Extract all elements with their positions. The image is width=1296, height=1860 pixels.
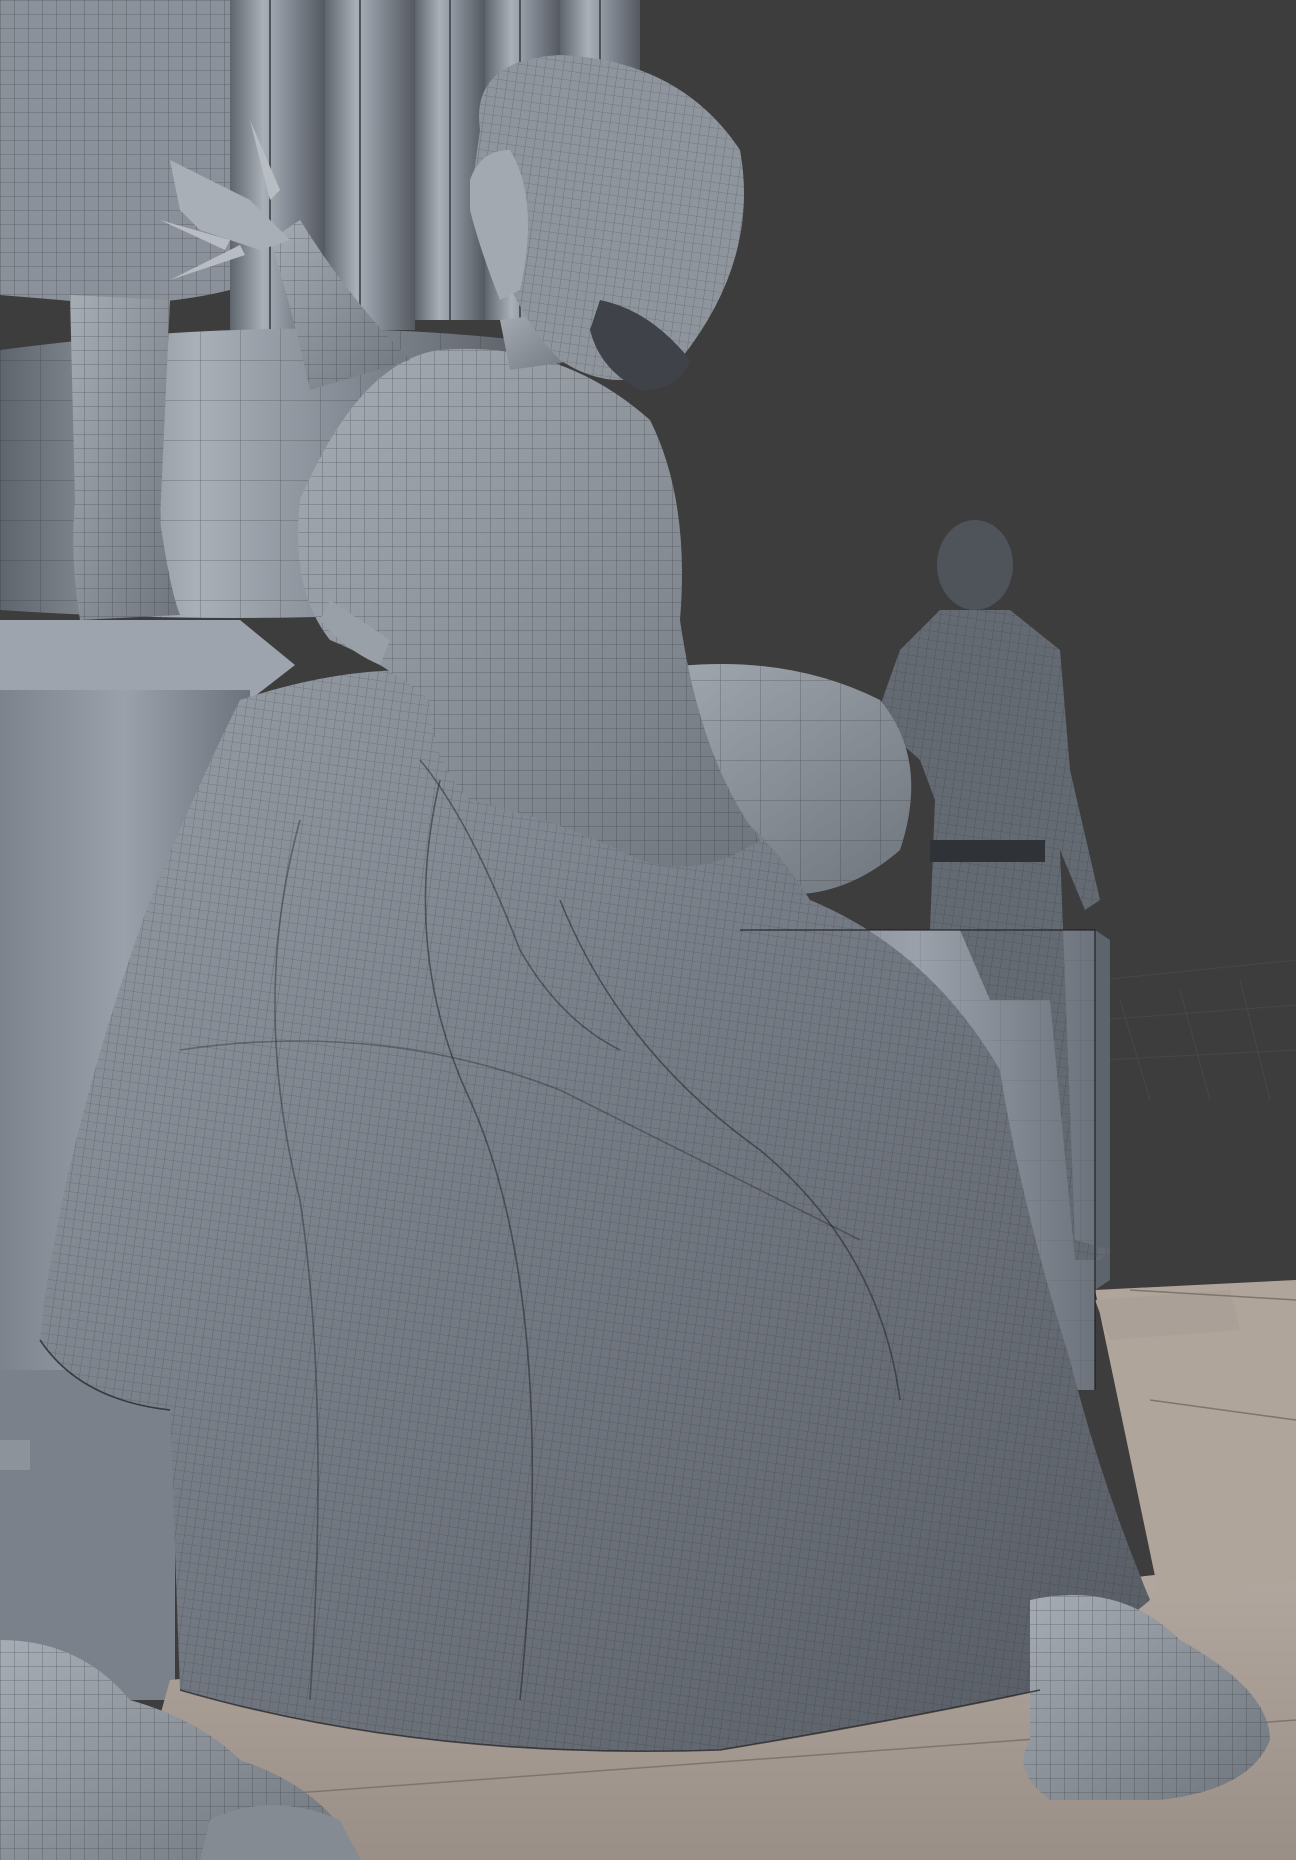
3d-viewport[interactable] xyxy=(0,0,1296,1860)
seated-woman-statue xyxy=(40,55,1270,1800)
background-grid xyxy=(1099,959,1296,1101)
